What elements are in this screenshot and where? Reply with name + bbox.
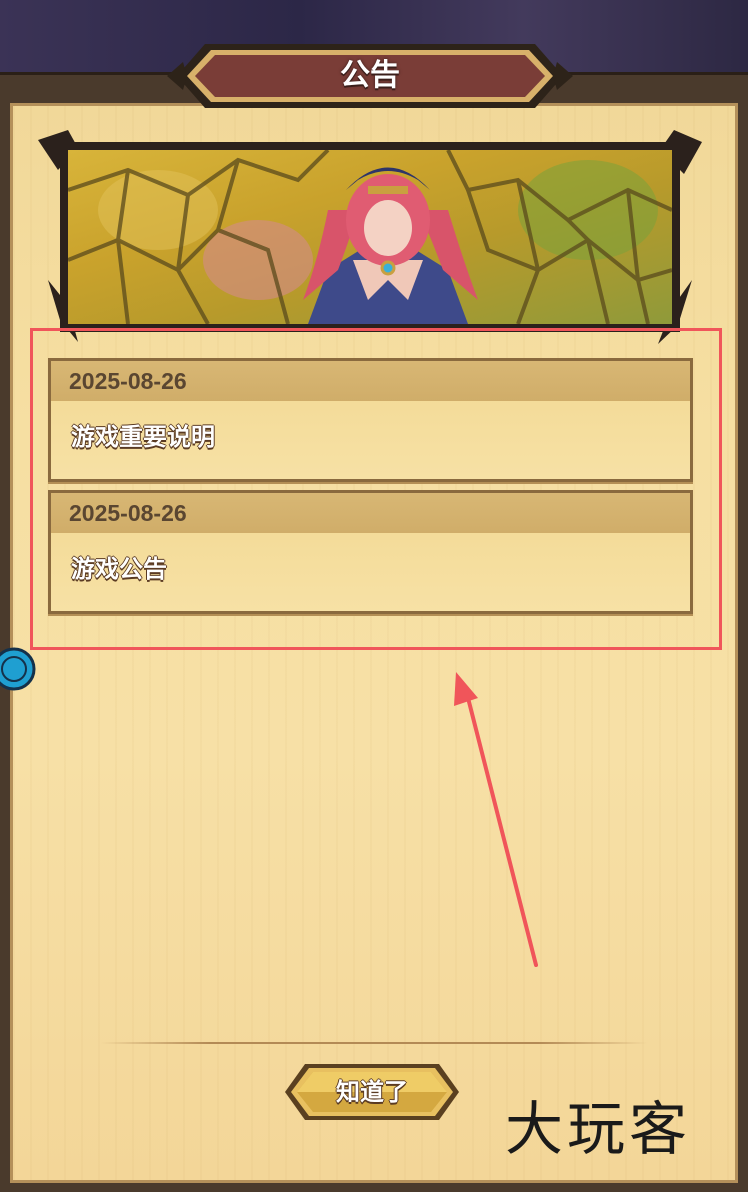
announcement-banner: [38, 130, 702, 348]
notice-date: 2025-08-26: [51, 493, 690, 533]
ok-button-label: 知道了: [336, 1078, 408, 1106]
watermark-logo: 大玩客: [505, 1095, 692, 1163]
notice-item-important[interactable]: 2025-08-26 游戏重要说明: [48, 358, 693, 482]
notice-item-announcement[interactable]: 2025-08-26 游戏公告: [48, 490, 693, 614]
footer-divider: [100, 1042, 648, 1044]
pointer-arrow-icon: [454, 672, 538, 967]
banner-artwork: [60, 142, 680, 332]
notice-title: 游戏重要说明: [71, 423, 215, 451]
floating-badge-icon[interactable]: [0, 646, 38, 692]
notice-date: 2025-08-26: [51, 361, 690, 401]
dialog-title-plate: 公告: [165, 42, 575, 110]
dialog-title: 公告: [340, 59, 400, 92]
notice-title: 游戏公告: [71, 555, 167, 583]
ok-button[interactable]: 知道了: [283, 1062, 461, 1122]
